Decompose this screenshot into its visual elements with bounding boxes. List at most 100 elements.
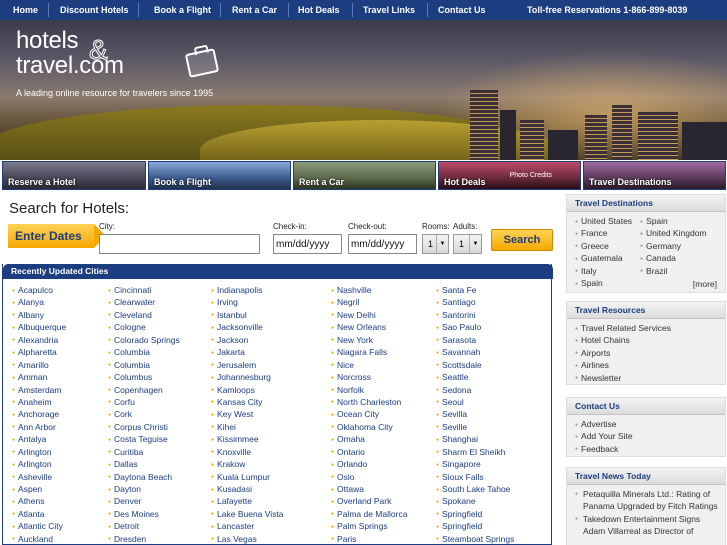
resource-link[interactable]: Hotel Chains <box>575 334 725 346</box>
city-link[interactable]: Cork <box>108 408 180 420</box>
city-link[interactable]: Columbus <box>108 371 180 383</box>
city-link[interactable]: Alpharetta <box>12 346 66 358</box>
city-link[interactable]: Seoul <box>436 396 514 408</box>
search-button[interactable]: Search <box>491 229 553 251</box>
tile-rent-a-car[interactable]: Rent a Car <box>293 161 436 190</box>
city-link[interactable]: Omaha <box>331 433 407 445</box>
nav-hot-deals[interactable]: Hot Deals <box>294 0 344 20</box>
news-item[interactable]: Petaquilla Minerals Ltd.: Rating of Pana… <box>575 488 725 513</box>
resource-link[interactable]: Travel Related Services <box>575 322 725 334</box>
city-link[interactable]: Seville <box>436 421 514 433</box>
city-link[interactable]: Jerusalem <box>211 359 284 371</box>
nav-book-a-flight[interactable]: Book a Flight <box>150 0 215 20</box>
city-link[interactable]: Nice <box>331 359 407 371</box>
city-link[interactable]: Santiago <box>436 296 514 308</box>
city-link[interactable]: Johannesburg <box>211 371 284 383</box>
city-link[interactable]: Aspen <box>12 483 66 495</box>
city-link[interactable]: Jakarta <box>211 346 284 358</box>
city-link[interactable]: Columbia <box>108 346 180 358</box>
tile-travel-destinations[interactable]: Travel Destinations <box>583 161 726 190</box>
city-link[interactable]: Denver <box>108 495 180 507</box>
city-link[interactable]: Asheville <box>12 471 66 483</box>
city-link[interactable]: Amman <box>12 371 66 383</box>
city-link[interactable]: Steamboat Springs <box>436 533 514 545</box>
city-link[interactable]: Scottsdale <box>436 359 514 371</box>
city-link[interactable]: Columbia <box>108 359 180 371</box>
city-link[interactable]: Copenhagen <box>108 384 180 396</box>
city-link[interactable]: Des Moines <box>108 508 180 520</box>
city-link[interactable]: Albuquerque <box>12 321 66 333</box>
resource-link[interactable]: Airlines <box>575 359 725 371</box>
city-link[interactable]: New York <box>331 334 407 346</box>
city-link[interactable]: Norfolk <box>331 384 407 396</box>
destination-link[interactable]: Germany <box>640 240 681 252</box>
city-link[interactable]: Amsterdam <box>12 384 66 396</box>
contact-link[interactable]: Feedback <box>575 443 725 455</box>
tile-reserve-a-hotel[interactable]: Reserve a Hotel <box>2 161 146 190</box>
adults-select[interactable]: 1 ▼ <box>453 234 482 254</box>
tile-book-a-flight[interactable]: Book a Flight <box>148 161 291 190</box>
city-link[interactable]: Negril <box>331 296 407 308</box>
destination-link[interactable]: Italy <box>575 265 597 277</box>
city-link[interactable]: Las Vegas <box>211 533 284 545</box>
nav-contact-us[interactable]: Contact Us <box>434 0 490 20</box>
city-link[interactable]: Arlington <box>12 458 66 470</box>
city-link[interactable]: Jackson <box>211 334 284 346</box>
contact-link[interactable]: Advertise <box>575 418 725 430</box>
city-link[interactable]: Jacksonville <box>211 321 284 333</box>
city-link[interactable]: Krakow <box>211 458 284 470</box>
destination-link[interactable]: Guatemala <box>575 252 623 264</box>
city-link[interactable]: Shanghai <box>436 433 514 445</box>
city-link[interactable]: Detroit <box>108 520 180 532</box>
city-link[interactable]: Albany <box>12 309 66 321</box>
city-link[interactable]: South Lake Tahoe <box>436 483 514 495</box>
rooms-select[interactable]: 1 ▼ <box>422 234 449 254</box>
city-link[interactable]: Palm Springs <box>331 520 407 532</box>
city-link[interactable]: Ann Arbor <box>12 421 66 433</box>
city-link[interactable]: Kihei <box>211 421 284 433</box>
city-link[interactable]: Athens <box>12 495 66 507</box>
city-link[interactable]: Ocean City <box>331 408 407 420</box>
city-link[interactable]: Savannah <box>436 346 514 358</box>
destination-link[interactable]: Brazil <box>640 265 667 277</box>
city-link[interactable]: Dresden <box>108 533 180 545</box>
city-link[interactable]: Corfu <box>108 396 180 408</box>
city-link[interactable]: Colorado Springs <box>108 334 180 346</box>
city-link[interactable]: Knoxville <box>211 446 284 458</box>
photo-credits-link[interactable]: Photo Credits <box>510 172 552 179</box>
city-link[interactable]: Niagara Falls <box>331 346 407 358</box>
nav-rent-a-car[interactable]: Rent a Car <box>228 0 281 20</box>
city-link[interactable]: Corpus Christi <box>108 421 180 433</box>
city-link[interactable]: Costa Teguise <box>108 433 180 445</box>
city-link[interactable]: Kuala Lumpur <box>211 471 284 483</box>
city-link[interactable]: Lake Buena Vista <box>211 508 283 520</box>
city-link[interactable]: Cleveland <box>108 309 180 321</box>
city-link[interactable]: New Delhi <box>331 309 407 321</box>
city-link[interactable]: Oslo <box>331 471 407 483</box>
city-link[interactable]: Indianapolis <box>211 284 284 296</box>
city-link[interactable]: Irving <box>211 296 284 308</box>
resource-link[interactable]: Airports <box>575 347 725 359</box>
city-link[interactable]: Nashville <box>331 284 407 296</box>
city-link[interactable]: Anchorage <box>12 408 66 420</box>
city-link[interactable]: Seattle <box>436 371 514 383</box>
contact-link[interactable]: Add Your Site <box>575 430 725 442</box>
city-link[interactable]: Kissimmee <box>211 433 284 445</box>
city-link[interactable]: Alanya <box>12 296 66 308</box>
destination-link[interactable]: Spain <box>575 277 603 289</box>
news-item[interactable]: Takedown Entertainment Signs Adam Villar… <box>575 513 725 538</box>
city-link[interactable]: Daytona Beach <box>108 471 180 483</box>
city-link[interactable]: Santorini <box>436 309 514 321</box>
city-link[interactable]: Dayton <box>108 483 180 495</box>
city-link[interactable]: Lafayette <box>211 495 284 507</box>
city-input[interactable] <box>99 234 260 254</box>
city-link[interactable]: Cincinnati <box>108 284 180 296</box>
checkout-input[interactable] <box>348 234 417 254</box>
city-link[interactable]: Clearwater <box>108 296 180 308</box>
city-link[interactable]: Orlando <box>331 458 407 470</box>
city-link[interactable]: Oklahoma City <box>331 421 407 433</box>
checkin-input[interactable] <box>273 234 342 254</box>
city-link[interactable]: North Charleston <box>331 396 407 408</box>
city-link[interactable]: Springfield <box>436 520 514 532</box>
city-link[interactable]: Spokane <box>436 495 514 507</box>
